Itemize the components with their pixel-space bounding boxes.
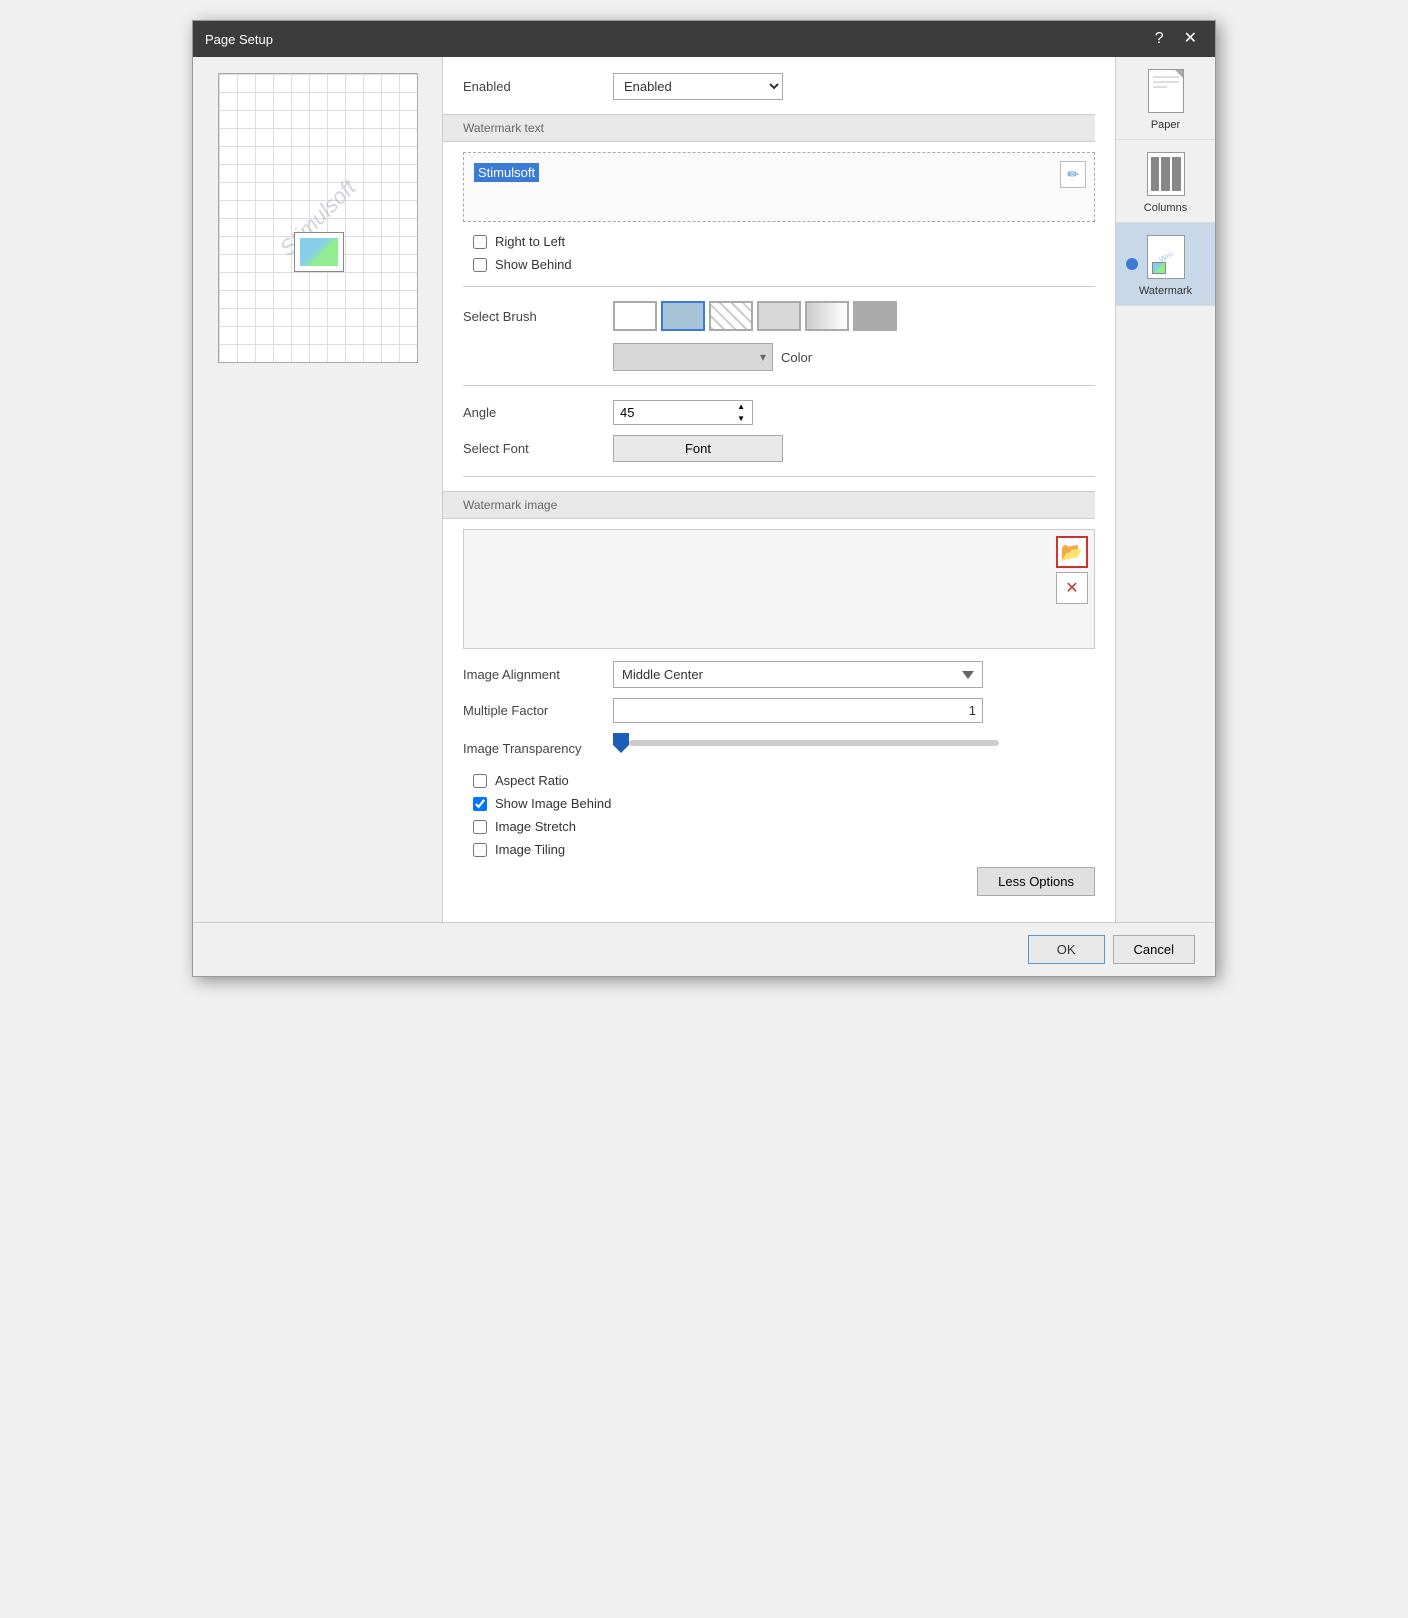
cancel-button[interactable]: Cancel	[1113, 935, 1195, 964]
show-image-behind-label: Show Image Behind	[495, 796, 611, 811]
enabled-label: Enabled	[463, 79, 603, 94]
close-button[interactable]: ✕	[1178, 29, 1203, 49]
angle-label: Angle	[463, 405, 603, 420]
watermark-image-section-header: Watermark image	[463, 498, 557, 512]
image-preview-inner	[300, 238, 338, 266]
sidebar-item-paper[interactable]: Paper	[1116, 57, 1215, 140]
columns-icon	[1147, 152, 1185, 196]
dialog-body: Stimulsoft Enabled Enabled Watermark tex…	[193, 57, 1215, 922]
brush-light-gray[interactable]	[757, 301, 801, 331]
angle-down[interactable]: ▼	[736, 413, 746, 424]
angle-row: Angle 45 ▲ ▼	[463, 400, 1095, 425]
paper-label: Paper	[1151, 119, 1180, 131]
less-options-button[interactable]: Less Options	[977, 867, 1095, 896]
color-row: Color	[613, 343, 812, 371]
aspect-ratio-row: Aspect Ratio	[473, 773, 1095, 788]
help-button[interactable]: ?	[1149, 29, 1170, 49]
show-behind-label: Show Behind	[495, 257, 572, 272]
delete-icon: ✕	[1065, 578, 1078, 598]
show-behind-row: Show Behind	[473, 257, 1095, 272]
sidebar-item-watermark[interactable]: Wm Watermark	[1116, 223, 1215, 306]
image-upload-area: 📂 ✕	[463, 529, 1095, 649]
brush-solid-white[interactable]	[613, 301, 657, 331]
select-brush-label: Select Brush	[463, 309, 603, 324]
multiple-factor-row: Multiple Factor	[463, 698, 1095, 723]
page-preview: Stimulsoft	[218, 73, 418, 363]
delete-image-button[interactable]: ✕	[1056, 572, 1088, 604]
main-content: Enabled Enabled Watermark text Stimulsof…	[443, 57, 1115, 922]
watermark-text-value: Stimulsoft	[474, 163, 539, 182]
preview-grid	[219, 74, 417, 362]
watermark-text-section-header: Watermark text	[463, 121, 544, 135]
aspect-ratio-label: Aspect Ratio	[495, 773, 569, 788]
show-image-behind-row: Show Image Behind	[473, 796, 1095, 811]
right-sidebar: Paper Columns Wm Wate	[1115, 57, 1215, 922]
image-stretch-row: Image Stretch	[473, 819, 1095, 834]
image-alignment-row: Image Alignment Middle Center	[463, 661, 1095, 688]
angle-up[interactable]: ▲	[736, 401, 746, 412]
brush-gradient[interactable]	[805, 301, 849, 331]
select-brush-row: Select Brush Color	[463, 301, 1095, 371]
preview-panel: Stimulsoft	[193, 57, 443, 922]
font-button[interactable]: Font	[613, 435, 783, 462]
brush-options	[613, 301, 897, 331]
image-alignment-label: Image Alignment	[463, 667, 603, 682]
multiple-factor-input[interactable]	[613, 698, 983, 723]
watermark-icon: Wm	[1147, 235, 1185, 279]
aspect-ratio-checkbox[interactable]	[473, 774, 487, 788]
less-options-container: Less Options	[463, 867, 1095, 896]
transparency-slider-container	[613, 733, 1095, 753]
watermark-label: Watermark	[1139, 285, 1192, 297]
slider-track[interactable]	[629, 740, 999, 746]
sidebar-item-columns[interactable]: Columns	[1116, 140, 1215, 223]
select-font-row: Select Font Font	[463, 435, 1095, 462]
columns-label: Columns	[1144, 202, 1187, 214]
show-behind-checkbox[interactable]	[473, 258, 487, 272]
color-select[interactable]	[613, 343, 773, 371]
angle-value: 45	[620, 401, 736, 424]
watermark-radio-selected	[1126, 258, 1138, 270]
brush-solid-blue[interactable]	[661, 301, 705, 331]
dialog-title: Page Setup	[205, 32, 273, 47]
title-bar: Page Setup ? ✕	[193, 21, 1215, 57]
select-font-label: Select Font	[463, 441, 603, 456]
edit-text-button[interactable]: ✏	[1060, 161, 1086, 188]
paper-icon	[1148, 69, 1184, 113]
color-label: Color	[781, 350, 812, 365]
enabled-row: Enabled Enabled	[463, 73, 1095, 100]
brush-hatched[interactable]	[709, 301, 753, 331]
watermark-text-container: Stimulsoft ✏	[463, 152, 1095, 222]
image-tiling-row: Image Tiling	[473, 842, 1095, 857]
image-stretch-label: Image Stretch	[495, 819, 576, 834]
image-transparency-row: Image Transparency	[463, 733, 1095, 763]
open-icon: 📂	[1061, 542, 1083, 563]
multiple-factor-label: Multiple Factor	[463, 703, 603, 718]
image-stretch-checkbox[interactable]	[473, 820, 487, 834]
image-transparency-label: Image Transparency	[463, 741, 603, 756]
dialog-footer: OK Cancel	[193, 922, 1215, 976]
angle-spinner: ▲ ▼	[736, 401, 746, 424]
image-action-buttons: 📂 ✕	[1056, 536, 1088, 604]
title-bar-controls: ? ✕	[1149, 29, 1203, 49]
enabled-select[interactable]: Enabled	[613, 73, 783, 100]
right-to-left-checkbox[interactable]	[473, 235, 487, 249]
ok-button[interactable]: OK	[1028, 935, 1105, 964]
open-image-button[interactable]: 📂	[1056, 536, 1088, 568]
image-tiling-checkbox[interactable]	[473, 843, 487, 857]
show-image-behind-checkbox[interactable]	[473, 797, 487, 811]
image-tiling-label: Image Tiling	[495, 842, 565, 857]
page-setup-dialog: Page Setup ? ✕ Stimulsoft Enabled Enabl	[192, 20, 1216, 977]
image-alignment-select[interactable]: Middle Center	[613, 661, 983, 688]
slider-thumb[interactable]	[613, 733, 629, 753]
image-preview-box	[294, 232, 344, 272]
brush-dark-gray[interactable]	[853, 301, 897, 331]
right-to-left-label: Right to Left	[495, 234, 565, 249]
right-to-left-row: Right to Left	[473, 234, 1095, 249]
